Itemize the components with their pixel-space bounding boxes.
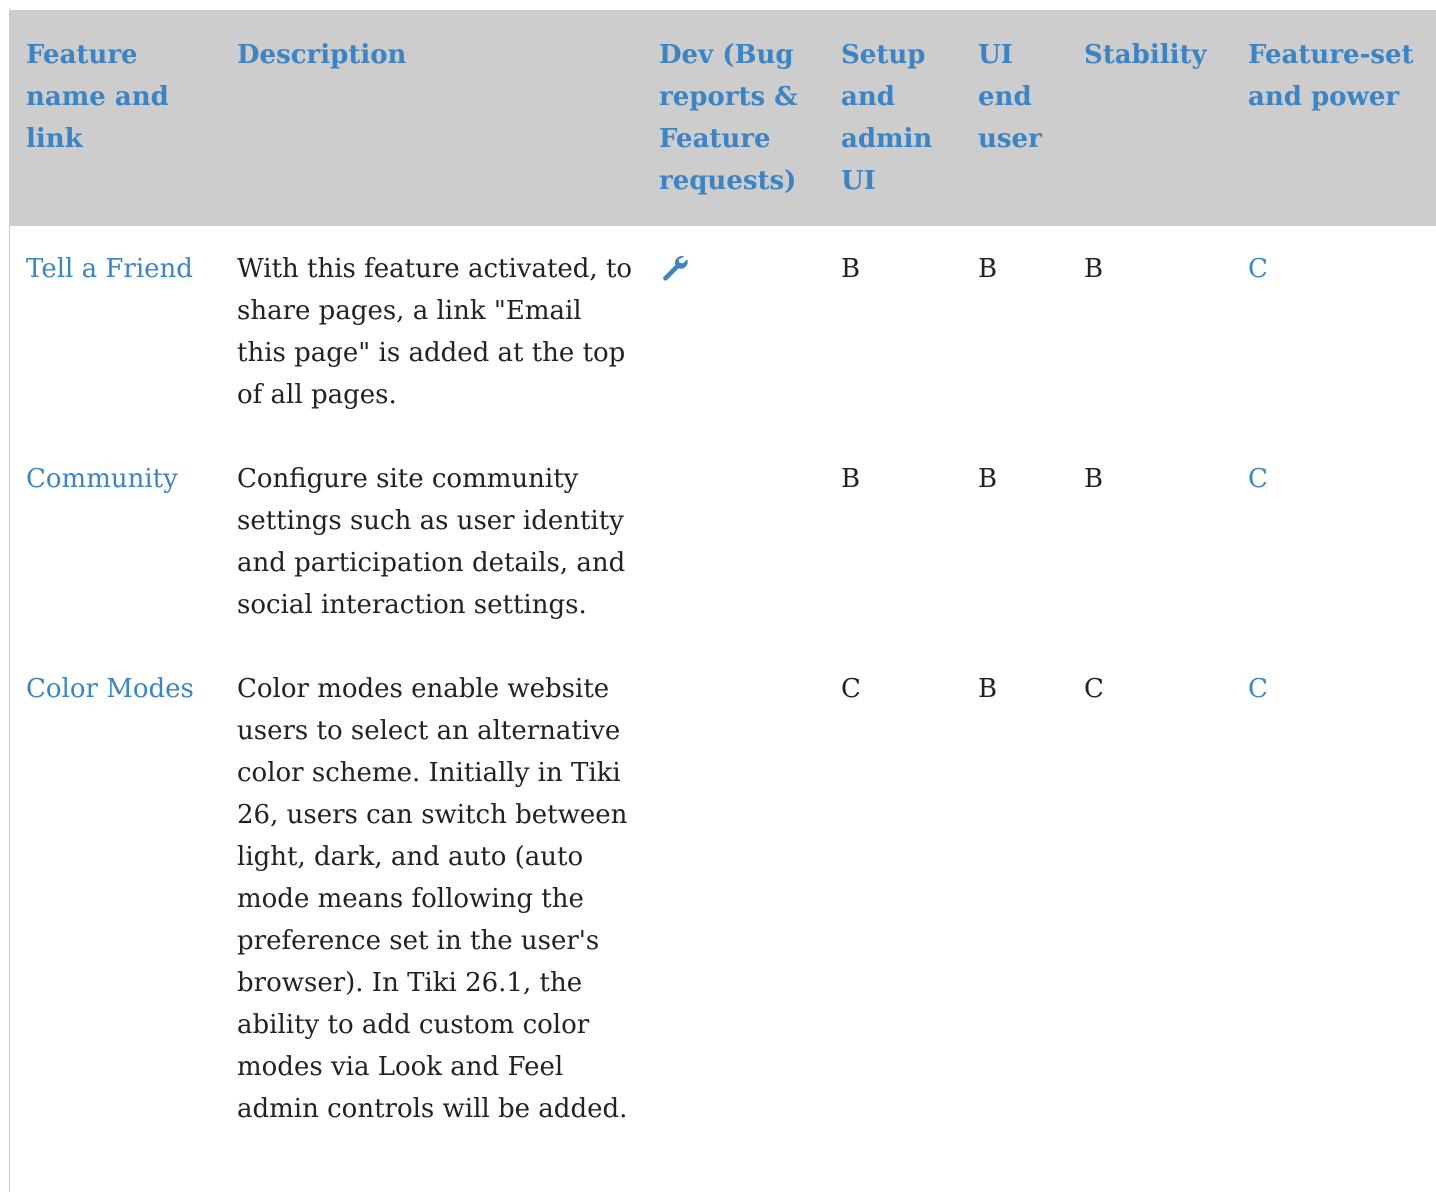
table-row: Tell a Friend With this feature activate…	[10, 226, 1436, 436]
feature-link-tell-a-friend[interactable]: Tell a Friend	[26, 254, 193, 284]
header-stability-link[interactable]: Stability	[1084, 40, 1207, 70]
header-description-link[interactable]: Description	[237, 40, 406, 70]
description-cell: With this feature activated, to share pa…	[237, 254, 633, 410]
table-row: Color Modes Color modes enable website u…	[10, 646, 1436, 1150]
setup-rating: C	[841, 674, 861, 704]
power-rating-link[interactable]: C	[1248, 674, 1268, 704]
header-ui-link[interactable]: UI end user	[978, 40, 1042, 154]
feature-name-cell: Tell a Friend	[10, 226, 221, 436]
features-table: Feature name and link Description Dev (B…	[10, 10, 1436, 1150]
header-power[interactable]: Feature-set and power	[1232, 10, 1436, 226]
wrench-icon	[663, 256, 688, 281]
power-cell: C	[1232, 436, 1436, 646]
header-stability[interactable]: Stability	[1068, 10, 1232, 226]
description-cell: Configure site community settings such a…	[237, 464, 626, 620]
header-description[interactable]: Description	[221, 10, 643, 226]
stability-rating: B	[1084, 464, 1104, 494]
header-dev-link[interactable]: Dev (Bug reports & Feature requests)	[659, 40, 798, 196]
header-feature-name-link[interactable]: Feature name and link	[26, 40, 169, 154]
dev-cell	[643, 646, 825, 1150]
dev-cell	[643, 436, 825, 646]
setup-rating: B	[841, 464, 861, 494]
stability-rating: B	[1084, 254, 1104, 284]
dev-link[interactable]	[659, 256, 689, 289]
header-power-link[interactable]: Feature-set and power	[1248, 40, 1414, 112]
power-cell: C	[1232, 226, 1436, 436]
feature-link-community[interactable]: Community	[26, 464, 178, 494]
dev-cell	[643, 226, 825, 436]
ui-rating: B	[978, 464, 998, 494]
header-dev[interactable]: Dev (Bug reports & Feature requests)	[643, 10, 825, 226]
stability-rating: C	[1084, 674, 1104, 704]
power-rating-link[interactable]: C	[1248, 254, 1268, 284]
description-cell: Color modes enable website users to sele…	[237, 674, 628, 1124]
header-feature-name[interactable]: Feature name and link	[10, 10, 221, 226]
setup-rating: B	[841, 254, 861, 284]
table-row: Community Configure site community setti…	[10, 436, 1436, 646]
table-header-row: Feature name and link Description Dev (B…	[10, 10, 1436, 226]
power-rating-link[interactable]: C	[1248, 464, 1268, 494]
header-setup[interactable]: Setup and admin UI	[825, 10, 962, 226]
ui-rating: B	[978, 674, 998, 704]
feature-name-cell: Color Modes	[10, 646, 221, 1150]
feature-link-color-modes[interactable]: Color Modes	[26, 674, 194, 704]
power-cell: C	[1232, 646, 1436, 1150]
feature-name-cell: Community	[10, 436, 221, 646]
header-setup-link[interactable]: Setup and admin UI	[841, 40, 932, 196]
ui-rating: B	[978, 254, 998, 284]
header-ui[interactable]: UI end user	[962, 10, 1068, 226]
